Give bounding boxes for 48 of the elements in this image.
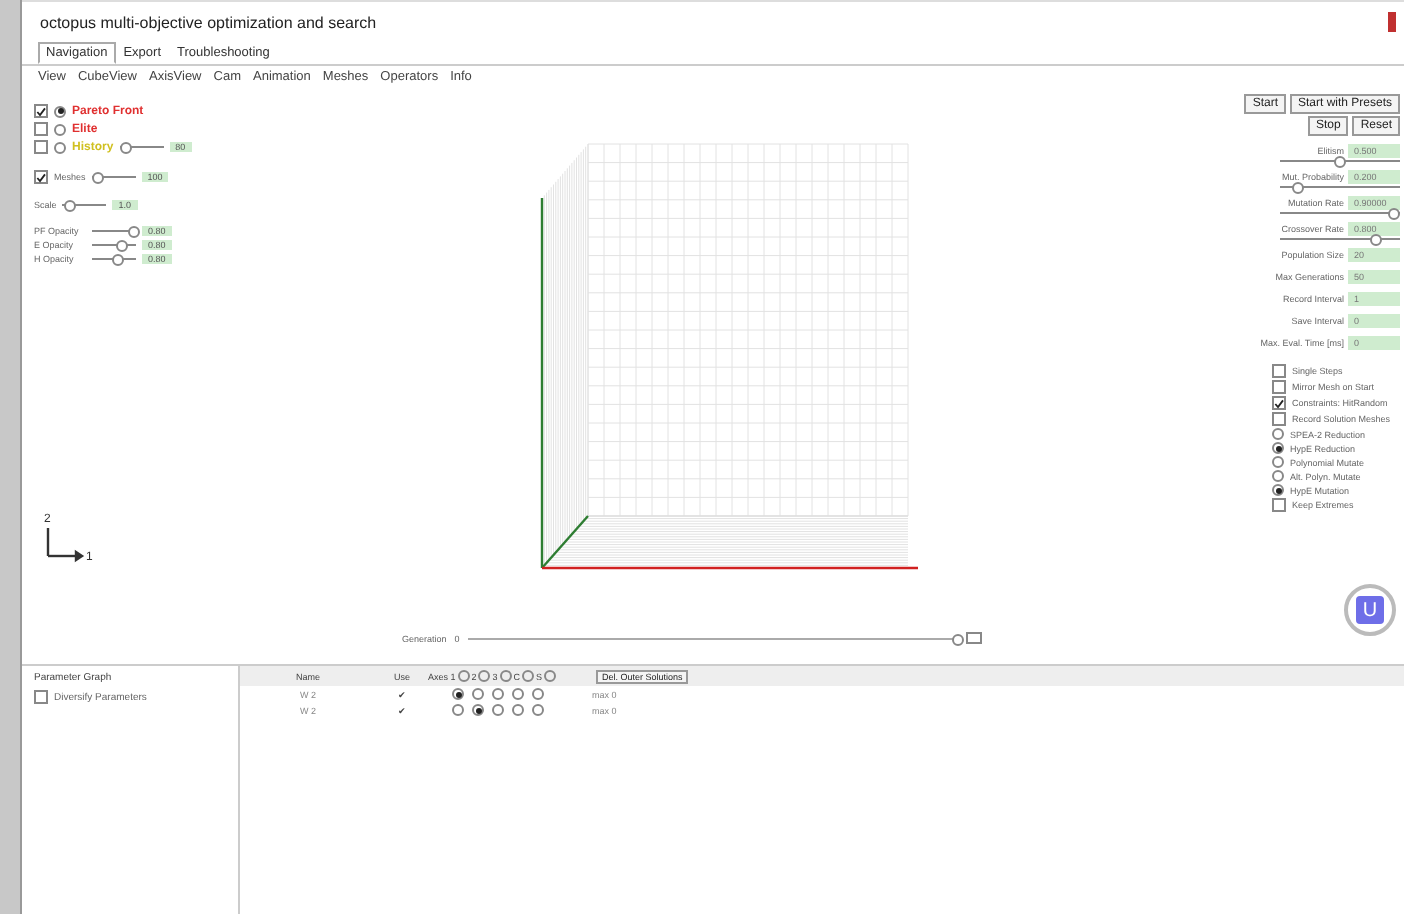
radio-button[interactable] — [544, 670, 557, 682]
radio-button[interactable] — [492, 704, 504, 716]
slider-thumb[interactable] — [127, 226, 140, 238]
checkbox[interactable] — [34, 122, 48, 136]
axis-triad-icon — [46, 528, 85, 563]
radio-button[interactable] — [532, 704, 544, 716]
radio-button[interactable] — [512, 704, 524, 716]
radio-button[interactable] — [457, 670, 470, 682]
slider-thumb[interactable] — [1370, 234, 1382, 246]
checkbox[interactable] — [1272, 364, 1286, 378]
window-title: octopus multi-objective optimization and search — [40, 13, 377, 31]
slider-thumb[interactable] — [951, 633, 964, 645]
slider-thumb[interactable] — [1292, 182, 1304, 194]
checkbox[interactable] — [34, 690, 48, 704]
radio-button[interactable] — [54, 141, 66, 153]
radio-button[interactable] — [472, 688, 484, 700]
radio-button[interactable] — [1272, 442, 1284, 454]
radio-button[interactable] — [522, 670, 535, 682]
radio-button[interactable] — [54, 123, 66, 135]
radio-button[interactable] — [472, 704, 484, 716]
radio-button[interactable] — [54, 105, 66, 117]
radio-button[interactable] — [1272, 428, 1284, 440]
radio-button[interactable] — [1272, 470, 1284, 482]
checkbox[interactable] — [1272, 412, 1286, 426]
slider-thumb[interactable] — [1334, 156, 1346, 168]
checkbox[interactable] — [1272, 380, 1286, 394]
slider-thumb[interactable] — [112, 254, 125, 266]
slider-thumb[interactable] — [116, 240, 129, 252]
step-button[interactable] — [965, 632, 982, 644]
radio-button[interactable] — [1272, 484, 1284, 496]
radio-button[interactable] — [532, 688, 544, 700]
checkbox[interactable] — [1272, 498, 1286, 512]
checkbox[interactable] — [34, 140, 48, 154]
radio-button[interactable] — [452, 704, 464, 716]
slider-thumb[interactable] — [63, 200, 76, 212]
slider-thumb[interactable] — [119, 142, 132, 154]
user-badge[interactable]: U — [1344, 584, 1396, 636]
radio-button[interactable] — [452, 688, 464, 700]
radio-button[interactable] — [1272, 456, 1284, 468]
radio-button[interactable] — [499, 670, 512, 682]
radio-button[interactable] — [512, 688, 524, 700]
checkbox[interactable] — [34, 170, 48, 184]
checkbox[interactable] — [34, 104, 48, 118]
checkbox[interactable] — [1272, 396, 1286, 410]
slider-thumb[interactable] — [1388, 208, 1400, 220]
radio-button[interactable] — [478, 670, 491, 682]
slider-thumb[interactable] — [92, 172, 105, 184]
radio-button[interactable] — [492, 688, 504, 700]
